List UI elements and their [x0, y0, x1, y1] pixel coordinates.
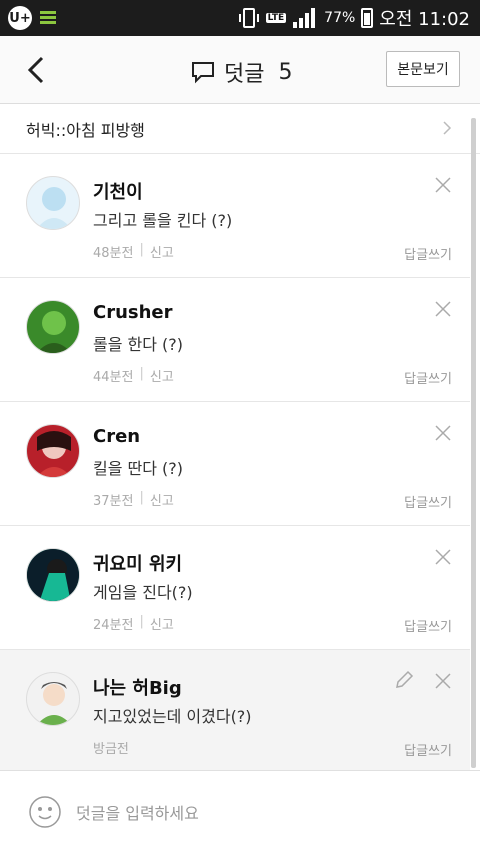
divider: | — [139, 242, 144, 257]
avatar[interactable] — [26, 548, 80, 602]
scrollbar[interactable] — [471, 118, 476, 768]
comment-meta: 방금전 — [93, 738, 129, 757]
carrier-icon: U+ — [8, 6, 32, 30]
comment-meta: 37분전 | 신고 — [93, 490, 174, 509]
title-label: 덧글 — [224, 62, 265, 87]
comment-time: 37분전 — [93, 494, 134, 509]
reply-button[interactable]: 답글쓰기 — [404, 368, 452, 387]
signal-icon — [293, 8, 316, 28]
divider: | — [139, 614, 144, 629]
comment-time: 24분전 — [93, 618, 134, 633]
comment-input-bar: 덧글을 입력하세요 — [0, 770, 480, 853]
avatar[interactable] — [26, 300, 80, 354]
comment-author[interactable]: Crusher — [93, 302, 173, 323]
network-type: LTE — [265, 13, 287, 23]
comment-time: 방금전 — [93, 742, 129, 757]
avatar[interactable] — [26, 176, 80, 230]
comment-input[interactable]: 덧글을 입력하세요 — [76, 800, 199, 824]
close-icon[interactable] — [434, 176, 452, 194]
reply-button[interactable]: 답글쓰기 — [404, 740, 452, 759]
battery-icon — [361, 8, 374, 28]
comment-author[interactable]: Cren — [93, 426, 140, 447]
report-link[interactable]: 신고 — [150, 614, 174, 633]
post-title-row[interactable]: 허빅::아침 피방행 — [0, 104, 480, 154]
comment-text: 게임을 진다(?) — [93, 583, 193, 602]
avatar[interactable] — [26, 424, 80, 478]
app-header: 덧글 5 본문보기 — [0, 36, 480, 104]
reply-button[interactable]: 답글쓰기 — [404, 492, 452, 511]
comment-item: 기천이 그리고 롤을 킨다 (?) 48분전 | 신고 답글쓰기 — [0, 154, 470, 278]
reply-button[interactable]: 답글쓰기 — [404, 616, 452, 635]
close-icon[interactable] — [434, 548, 452, 566]
vibrate-icon — [238, 8, 259, 28]
report-link[interactable]: 신고 — [150, 490, 174, 509]
comment-time: 48분전 — [93, 246, 134, 261]
report-link[interactable]: 신고 — [150, 366, 174, 385]
comment-meta: 24분전 | 신고 — [93, 614, 174, 633]
comment-item: 귀요미 위키 게임을 진다(?) 24분전 | 신고 답글쓰기 — [0, 526, 470, 650]
comment-text: 지고있었는데 이겼다(?) — [93, 707, 252, 726]
comment-author[interactable]: 기천이 — [93, 178, 143, 204]
comment-text: 그리고 롤을 킨다 (?) — [93, 211, 233, 230]
back-arrow-icon[interactable] — [22, 54, 52, 86]
divider: | — [139, 490, 144, 505]
clock: 오전 11:02 — [379, 9, 470, 30]
notification-icon — [40, 11, 56, 25]
comment-item: Crusher 롤을 한다 (?) 44분전 | 신고 답글쓰기 — [0, 278, 470, 402]
comment-item: 나는 허Big 지고있었는데 이겼다(?) 방금전 답글쓰기 — [0, 650, 470, 774]
avatar[interactable] — [26, 672, 80, 726]
report-link[interactable]: 신고 — [150, 242, 174, 261]
comment-count: 5 — [278, 59, 293, 85]
close-icon[interactable] — [434, 300, 452, 318]
comment-text: 킬을 딴다 (?) — [93, 459, 184, 478]
comment-text: 롤을 한다 (?) — [93, 335, 184, 354]
comment-author[interactable]: 귀요미 위키 — [93, 550, 182, 576]
divider: | — [139, 366, 144, 381]
reply-button[interactable]: 답글쓰기 — [404, 244, 452, 263]
status-bar: U+ LTE 77% 오전 11:02 — [0, 0, 480, 36]
chevron-right-icon — [443, 121, 452, 135]
view-post-button[interactable]: 본문보기 — [386, 51, 460, 87]
comment-meta: 48분전 | 신고 — [93, 242, 174, 261]
comment-item: Cren 킬을 딴다 (?) 37분전 | 신고 답글쓰기 — [0, 402, 470, 526]
close-icon[interactable] — [434, 424, 452, 442]
close-icon[interactable] — [434, 672, 452, 690]
comment-meta: 44분전 | 신고 — [93, 366, 174, 385]
page-title: 덧글 5 — [190, 56, 292, 88]
speech-bubble-icon — [192, 62, 214, 84]
comment-time: 44분전 — [93, 370, 134, 385]
post-title: 허빅::아침 피방행 — [26, 120, 145, 140]
emoticon-icon[interactable] — [28, 795, 62, 829]
comment-author[interactable]: 나는 허Big — [93, 674, 182, 700]
pencil-icon[interactable] — [394, 670, 414, 690]
battery-percent: 77% — [324, 10, 356, 26]
